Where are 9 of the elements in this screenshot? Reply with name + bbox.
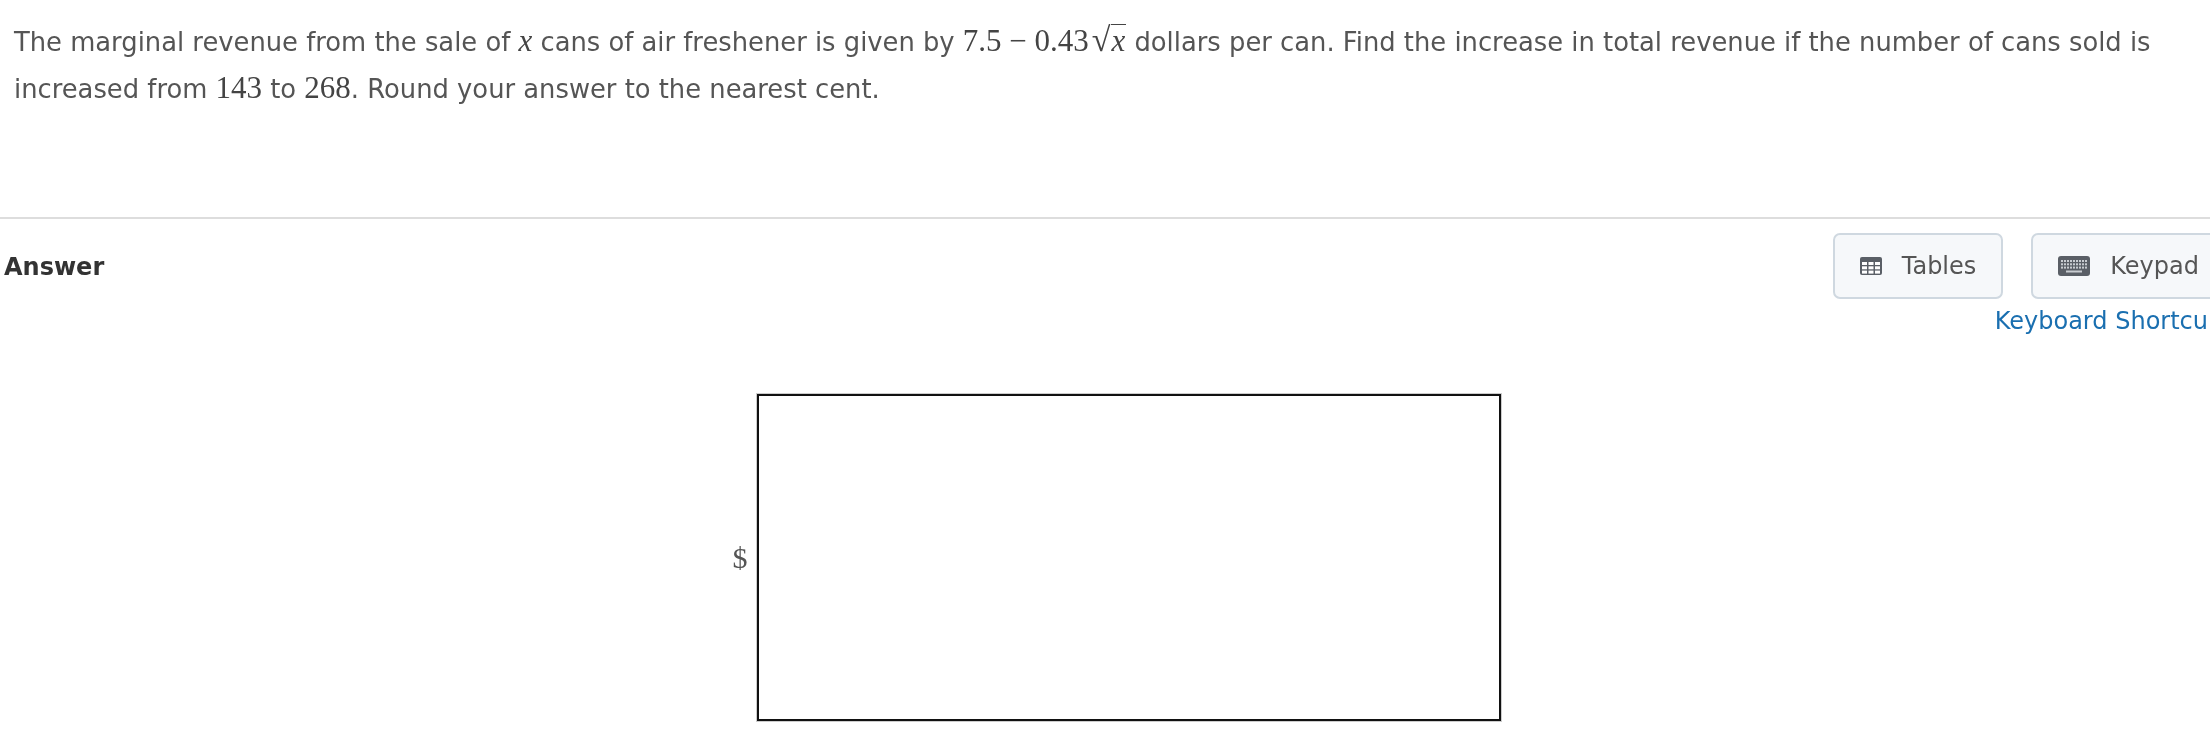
keypad-button[interactable]: Keypad xyxy=(2031,233,2210,299)
tables-button[interactable]: Tables xyxy=(1832,233,2004,299)
table-icon xyxy=(1859,257,1882,275)
keyboard-icon xyxy=(2058,256,2091,276)
answer-box[interactable] xyxy=(755,393,1502,722)
answer-heading: Answer xyxy=(4,252,105,283)
currency-label: $ xyxy=(732,540,748,576)
problem-text: The marginal revenue from the sale of x cans of air freshener is given by 7.5 − 0.43√x dollars per can. Find the increase in total revenue if the number of cans sold is increased from 143 to 268. Round your answer to the nearest cent. xyxy=(13,20,2152,107)
keyboard-shortcuts-link[interactable]: Keyboard Shortcu xyxy=(1994,305,2208,337)
